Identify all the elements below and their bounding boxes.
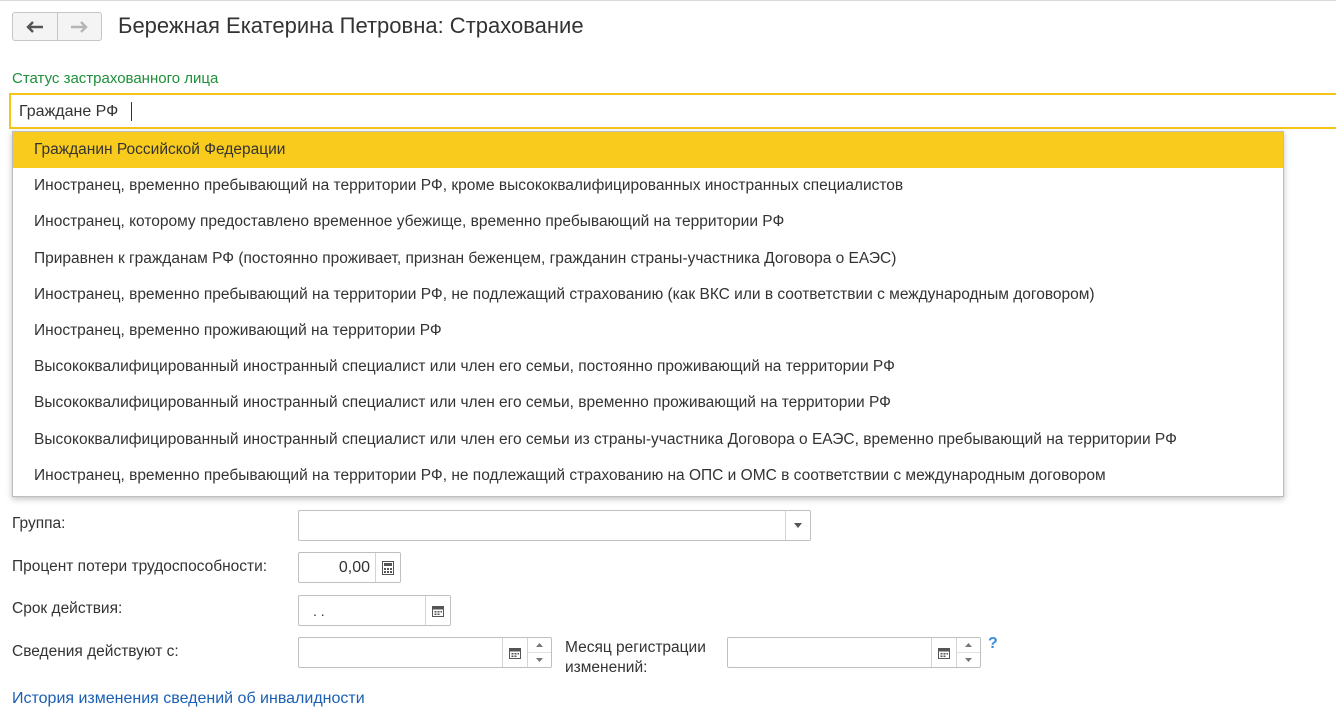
reg-month-label-line1: Месяц регистрации — [565, 639, 706, 656]
chevron-up-icon — [965, 643, 972, 647]
dropdown-option[interactable]: Высококвалифицированный иностранный спец… — [13, 422, 1283, 458]
status-dropdown-list: Гражданин Российской Федерации Иностранец… — [12, 131, 1284, 497]
term-value: . . — [313, 602, 325, 619]
term-label: Срок действия: — [12, 600, 123, 617]
percent-label: Процент потери трудоспособности: — [12, 558, 268, 575]
spin-up-button[interactable] — [528, 638, 551, 652]
dropdown-option[interactable]: Приравнен к гражданам РФ (постоянно прож… — [13, 241, 1283, 277]
arrow-right-icon — [71, 20, 89, 33]
top-border — [0, 0, 1336, 1]
calendar-icon — [509, 647, 521, 659]
calendar-icon — [938, 647, 950, 659]
arrow-left-icon — [26, 20, 43, 33]
dropdown-option[interactable]: Высококвалифицированный иностранный спец… — [13, 349, 1283, 385]
back-button[interactable] — [13, 13, 57, 40]
percent-field[interactable]: 0,00 — [298, 552, 401, 583]
text-caret — [131, 102, 132, 121]
reg-month-label: Месяц регистрации изменений: — [565, 638, 706, 678]
spin-down-button[interactable] — [957, 652, 980, 667]
forward-button[interactable] — [56, 13, 101, 40]
dropdown-option[interactable]: Иностранец, временно проживающий на терр… — [13, 313, 1283, 349]
chevron-down-icon — [536, 658, 543, 662]
help-icon[interactable]: ? — [988, 635, 998, 653]
effective-calendar-button[interactable] — [502, 638, 527, 667]
spin-down-button[interactable] — [528, 652, 551, 667]
effective-label: Сведения действуют с: — [12, 643, 179, 660]
dropdown-option[interactable]: Иностранец, которому предоставлено време… — [13, 204, 1283, 240]
group-select[interactable] — [298, 510, 811, 541]
term-calendar-button[interactable] — [425, 596, 450, 625]
dropdown-option[interactable]: Иностранец, временно пребывающий на терр… — [13, 168, 1283, 204]
dropdown-option[interactable]: Гражданин Российской Федерации — [13, 132, 1283, 169]
effective-spinner — [527, 638, 551, 667]
status-label: Статус застрахованного лица — [12, 70, 219, 87]
dropdown-option[interactable]: Высококвалифицированный иностранный спец… — [13, 385, 1283, 421]
triangle-down-icon — [794, 523, 802, 528]
group-label: Группа: — [12, 515, 66, 532]
status-input[interactable] — [19, 101, 619, 123]
term-date-field[interactable]: . . — [298, 595, 451, 626]
dropdown-option[interactable]: Иностранец, временно пребывающий на терр… — [13, 277, 1283, 313]
group-dropdown-button[interactable] — [785, 511, 810, 540]
calendar-icon — [432, 605, 444, 617]
effective-date-field[interactable] — [298, 637, 552, 668]
reg-month-field[interactable] — [727, 637, 981, 668]
reg-month-calendar-button[interactable] — [931, 638, 956, 667]
reg-month-label-line2: изменений: — [565, 659, 648, 676]
chevron-up-icon — [536, 643, 543, 647]
percent-value: 0,00 — [338, 558, 370, 576]
spin-up-button[interactable] — [957, 638, 980, 652]
page-title: Бережная Екатерина Петровна: Страхование — [118, 13, 584, 38]
reg-month-spinner — [956, 638, 980, 667]
nav-buttons — [12, 12, 102, 41]
dropdown-option[interactable]: Иностранец, временно пребывающий на терр… — [13, 458, 1283, 494]
calculator-icon — [382, 560, 394, 575]
status-input-box — [9, 93, 1336, 129]
disability-history-link[interactable]: История изменения сведений об инвалиднос… — [12, 690, 365, 708]
calculator-button[interactable] — [375, 553, 400, 582]
chevron-down-icon — [965, 658, 972, 662]
